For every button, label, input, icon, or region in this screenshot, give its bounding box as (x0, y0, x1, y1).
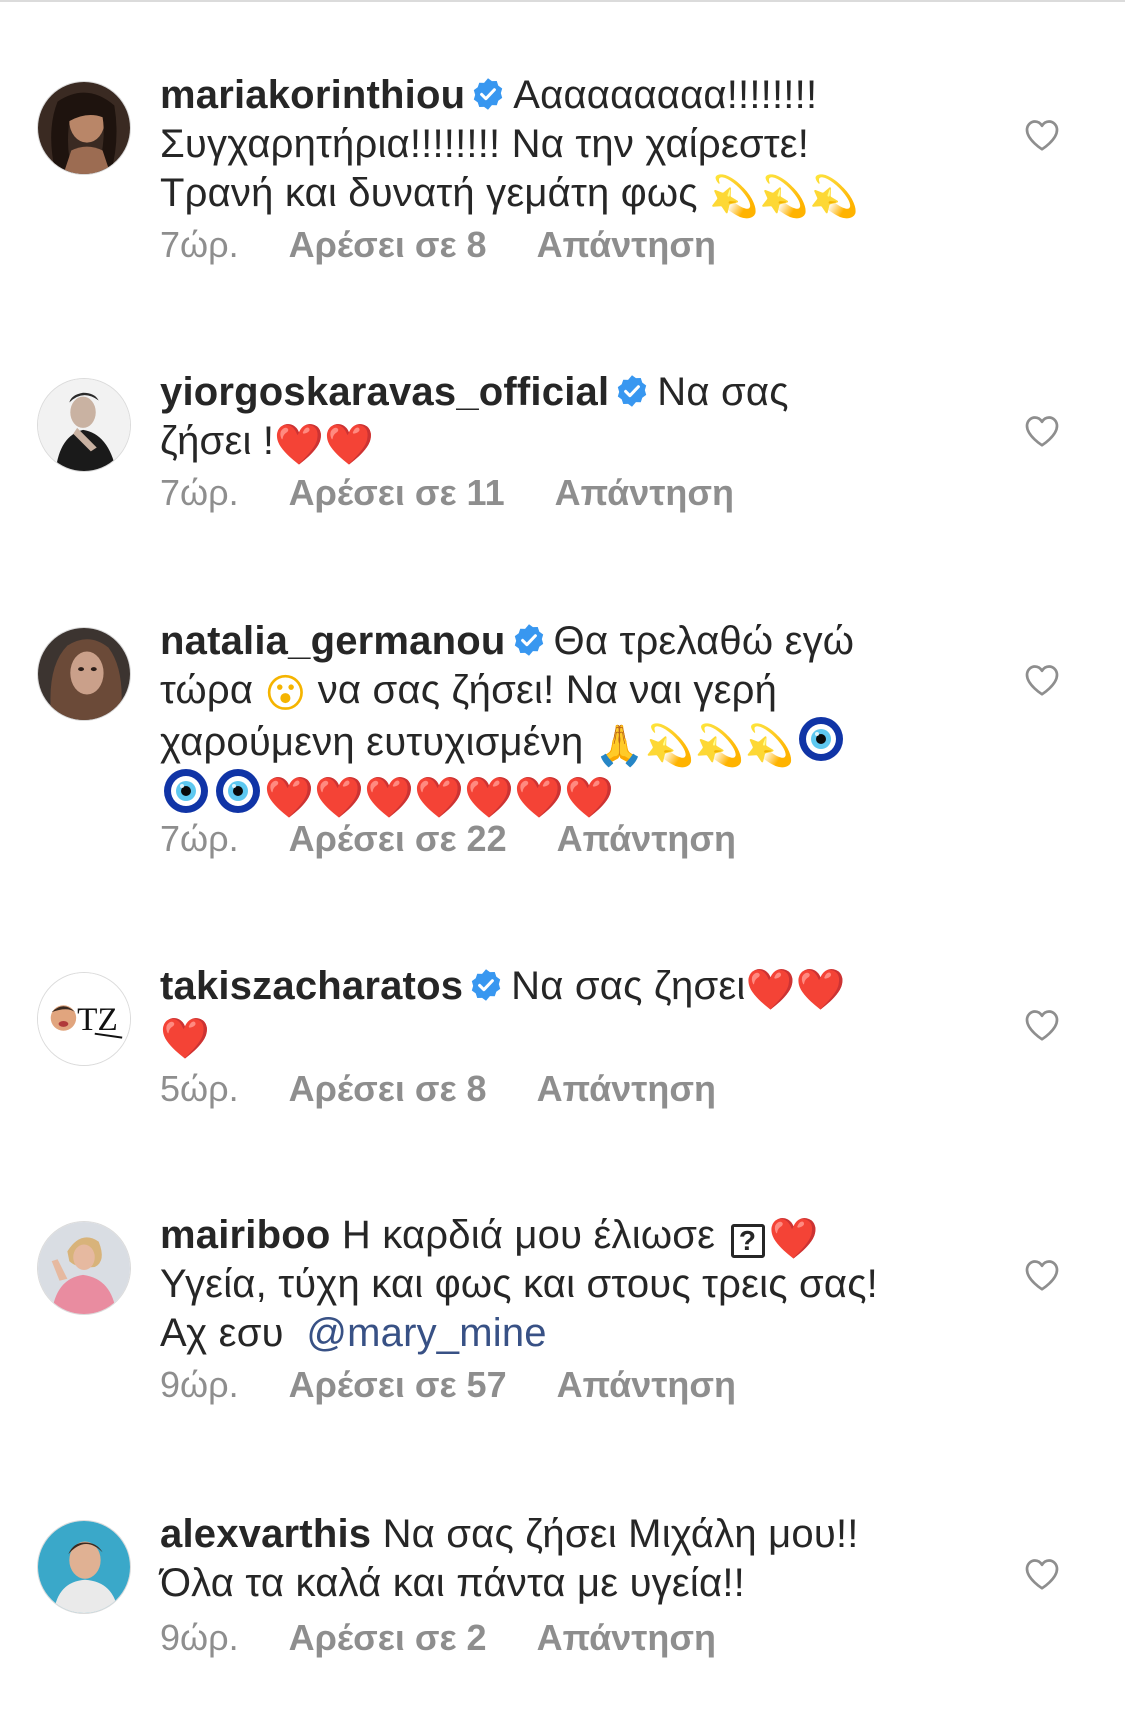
avatar[interactable] (37, 378, 131, 472)
verified-badge-icon (471, 77, 505, 111)
folded-hands-emoji: 🙏 (594, 723, 645, 769)
comment-meta: 9ώρ. Αρέσει σε 57 Απάντηση (160, 1364, 786, 1406)
timestamp: 5ώρ. (160, 1068, 239, 1109)
comment-text: takiszacharatos Να σας ζησει❤️❤️ ❤️ (160, 962, 960, 1060)
comment-text: natalia_germanou Θα τρελαθώ εγώ τώρα 😮 να… (160, 617, 960, 819)
avatar[interactable] (37, 1221, 131, 1315)
like-heart-icon[interactable] (1024, 1557, 1060, 1591)
red-heart-emoji: ❤️ (264, 775, 315, 821)
reply-button[interactable]: Απάντηση (557, 1364, 736, 1405)
comment-line: Συγχαρητήρια!!!!!!!! Να την χαίρεστε! (160, 122, 810, 166)
likes-count[interactable]: Αρέσει σε 57 (289, 1364, 507, 1405)
reply-button[interactable]: Απάντηση (537, 1617, 716, 1658)
red-heart-emoji: ❤️ (745, 967, 796, 1013)
like-heart-icon[interactable] (1024, 1008, 1060, 1042)
username[interactable]: takiszacharatos (160, 964, 463, 1008)
mention-link[interactable]: @mary_mine (306, 1311, 546, 1355)
comment-text: mariakorinthiou Ααααααααα!!!!!!!! Συγχαρη… (160, 71, 960, 218)
like-heart-icon[interactable] (1024, 414, 1060, 448)
comment-line: χαρούμενη ευτυχισμένη (160, 720, 584, 764)
verified-badge-icon (615, 374, 649, 408)
nazar-amulet-emoji (162, 767, 210, 815)
unknown-glyph-icon: ? (730, 1224, 765, 1258)
dizzy-star-emoji: 💫 (694, 723, 745, 769)
username[interactable]: alexvarthis (160, 1512, 371, 1556)
timestamp: 7ώρ. (160, 818, 239, 859)
astonished-face-emoji: 😮 (264, 671, 307, 717)
username[interactable]: mairiboo (160, 1213, 331, 1257)
red-heart-emoji: ❤️ (314, 775, 365, 821)
comment-line: να σας ζήσει! Να ναι γερή (317, 668, 778, 712)
like-heart-icon[interactable] (1024, 663, 1060, 697)
likes-count[interactable]: Αρέσει σε 8 (289, 1068, 487, 1109)
comment-meta: 7ώρ. Αρέσει σε 8 Απάντηση (160, 224, 766, 266)
comment-text: yiorgoskaravas_official Να σας ζήσει !❤️❤… (160, 368, 960, 466)
red-heart-emoji: ❤️ (795, 967, 846, 1013)
red-heart-emoji: ❤️ (414, 775, 465, 821)
comment-line: Η καρδιά μου έλιωσε (341, 1213, 716, 1257)
timestamp: 7ώρ. (160, 224, 239, 265)
comment-line: Τρανή και δυνατή γεμάτη φως (160, 171, 698, 215)
dizzy-star-emoji: 💫 (759, 174, 810, 220)
comment-meta: 7ώρ. Αρέσει σε 22 Απάντηση (160, 818, 786, 860)
comment-line: ζήσει ! (160, 419, 275, 463)
username[interactable]: natalia_germanou (160, 619, 506, 663)
reply-button[interactable]: Απάντηση (557, 818, 736, 859)
timestamp: 9ώρ. (160, 1364, 239, 1405)
comment-line: Να σας (657, 370, 789, 414)
username[interactable]: mariakorinthiou (160, 73, 465, 117)
verified-badge-icon (512, 623, 546, 657)
avatar[interactable]: TZ (37, 972, 131, 1066)
reply-button[interactable]: Απάντηση (537, 224, 716, 265)
top-divider (0, 0, 1125, 2)
avatar[interactable] (37, 1520, 131, 1614)
red-heart-emoji: ❤️ (274, 422, 325, 468)
avatar[interactable] (37, 81, 131, 175)
dizzy-star-emoji: 💫 (744, 723, 795, 769)
comment-line: Όλα τα καλά και πάντα με υγεία!! (160, 1561, 745, 1605)
comment-meta: 9ώρ. Αρέσει σε 2 Απάντηση (160, 1617, 766, 1659)
red-heart-emoji: ❤️ (160, 1016, 211, 1062)
comment-line: Να σας ζήσει Μιχάλη μου!! (382, 1512, 859, 1556)
comment-meta: 5ώρ. Αρέσει σε 8 Απάντηση (160, 1068, 766, 1110)
reply-button[interactable]: Απάντηση (537, 1068, 716, 1109)
red-heart-emoji: ❤️ (324, 422, 375, 468)
nazar-amulet-emoji (797, 715, 845, 763)
red-heart-emoji: ❤️ (364, 775, 415, 821)
comment-line: Ααααααααα!!!!!!!! (513, 73, 818, 117)
like-heart-icon[interactable] (1024, 1258, 1060, 1292)
red-heart-emoji: ❤️ (464, 775, 515, 821)
comment-meta: 7ώρ. Αρέσει σε 11 Απάντηση (160, 472, 784, 514)
comment-line: Υγεία, τύχη και φως και στους τρεις σας! (160, 1262, 878, 1306)
comment-text: mairiboo Η καρδιά μου έλιωσε ? ❤️ Υγεία, … (160, 1211, 960, 1358)
red-heart-emoji: ❤️ (564, 775, 615, 821)
avatar-monogram: TZ (77, 1001, 118, 1038)
likes-count[interactable]: Αρέσει σε 2 (289, 1617, 487, 1658)
likes-count[interactable]: Αρέσει σε 22 (289, 818, 507, 859)
dizzy-star-emoji: 💫 (809, 174, 860, 220)
likes-count[interactable]: Αρέσει σε 8 (289, 224, 487, 265)
like-heart-icon[interactable] (1024, 118, 1060, 152)
avatar[interactable] (37, 627, 131, 721)
red-heart-emoji: ❤️ (768, 1216, 819, 1262)
comment-line: Θα τρελαθώ εγώ (553, 619, 855, 663)
timestamp: 9ώρ. (160, 1617, 239, 1658)
nazar-amulet-emoji (214, 767, 262, 815)
dizzy-star-emoji: 💫 (709, 174, 760, 220)
comment-line: Αχ εσυ (160, 1311, 284, 1355)
reply-button[interactable]: Απάντηση (555, 472, 734, 513)
dizzy-star-emoji: 💫 (644, 723, 695, 769)
likes-count[interactable]: Αρέσει σε 11 (289, 472, 505, 513)
verified-badge-icon (469, 968, 503, 1002)
comment-line: Να σας ζησει (511, 964, 746, 1008)
username[interactable]: yiorgoskaravas_official (160, 370, 609, 414)
timestamp: 7ώρ. (160, 472, 239, 513)
comment-text: alexvarthis Να σας ζήσει Μιχάλη μου!! Όλ… (160, 1510, 960, 1608)
comment-line: τώρα (160, 668, 254, 712)
red-heart-emoji: ❤️ (514, 775, 565, 821)
